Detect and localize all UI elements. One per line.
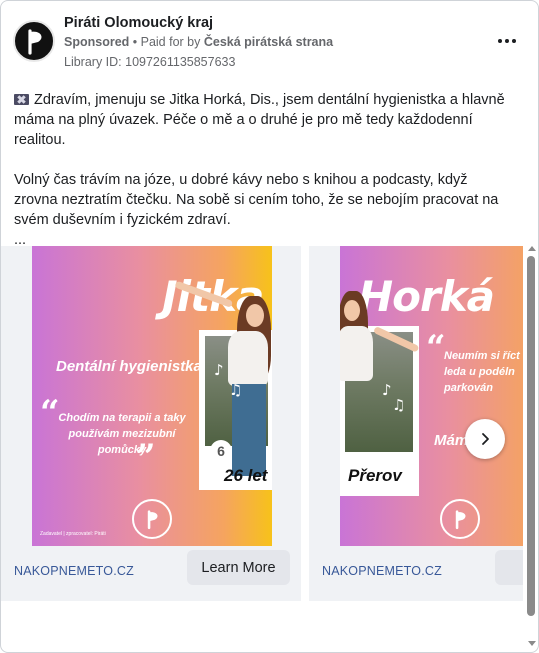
music-note-icon: ♫	[392, 396, 406, 414]
paid-for-prefix: • Paid for by	[129, 35, 204, 49]
scroll-up-icon[interactable]	[528, 246, 536, 251]
more-options-icon[interactable]	[491, 29, 523, 53]
quote-close-icon: ”	[136, 437, 156, 477]
learn-more-button[interactable]: Learn More	[187, 550, 290, 585]
ad-body-text: Zdravím, jmenuju se Jitka Horká, Dis., j…	[14, 90, 514, 250]
music-note-icon: ♫	[229, 381, 243, 399]
creative-quote: Chodím na terapii a taky používám mezizu…	[58, 412, 186, 456]
pirate-party-logo-icon	[132, 499, 172, 539]
sponsored-label: Sponsored	[64, 35, 130, 49]
library-id: Library ID: 1097261135857633	[64, 55, 236, 69]
body-paragraph-2: Volný čas trávím na józe, u dobré kávy n…	[14, 172, 499, 228]
creative-tag: Mám	[434, 432, 469, 449]
carousel-card[interactable]: Jitka ♪ ♫ Dentální hygienistka “ Chodím …	[1, 246, 301, 601]
body-paragraph-1: Zdravím, jmenuju se Jitka Horká, Dis., j…	[14, 92, 505, 148]
creative-title: Horká	[358, 272, 495, 321]
quote-open-icon: “	[426, 328, 446, 368]
pirate-party-logo-icon[interactable]	[13, 20, 55, 62]
music-note-icon: ♪	[382, 381, 392, 399]
music-note-icon: ♪	[214, 361, 224, 379]
page-name[interactable]: Piráti Olomoucký kraj	[64, 15, 213, 31]
creative-tag: Dentální hygienistka	[56, 358, 202, 375]
flag-icon	[14, 94, 29, 105]
creative-image[interactable]: Jitka ♪ ♫ Dentální hygienistka “ Chodím …	[32, 246, 272, 546]
creative-image[interactable]: Horká ♪ ♫ “ Neumím si říct o leda u podé…	[340, 246, 523, 546]
number-badge: 6	[210, 440, 232, 462]
ad-carousel: Jitka ♪ ♫ Dentální hygienistka “ Chodím …	[1, 246, 523, 601]
chevron-right-icon[interactable]	[465, 419, 505, 459]
sponsored-line: Sponsored • Paid for by Česká pirátská s…	[64, 35, 333, 49]
link-domain[interactable]: NAKOPNEMETO.CZ	[14, 564, 134, 578]
paid-for-by-name: Česká pirátská strana	[203, 35, 334, 49]
scrollbar-thumb[interactable]	[527, 256, 535, 616]
creative-quote: Neumím si říct o leda u podéln parkován	[444, 350, 523, 394]
location-badge: Přerov	[348, 466, 402, 485]
ad-post-card: Piráti Olomoucký kraj Sponsored • Paid f…	[0, 0, 539, 653]
age-badge: 26 let	[224, 466, 268, 485]
small-print: Zadavatel | zpracovatel: Piráti	[40, 531, 106, 537]
pirate-party-logo-icon	[440, 499, 480, 539]
scroll-down-icon[interactable]	[528, 641, 536, 646]
link-domain[interactable]: NAKOPNEMETO.CZ	[322, 564, 442, 578]
learn-more-button[interactable]: Le	[495, 550, 523, 585]
